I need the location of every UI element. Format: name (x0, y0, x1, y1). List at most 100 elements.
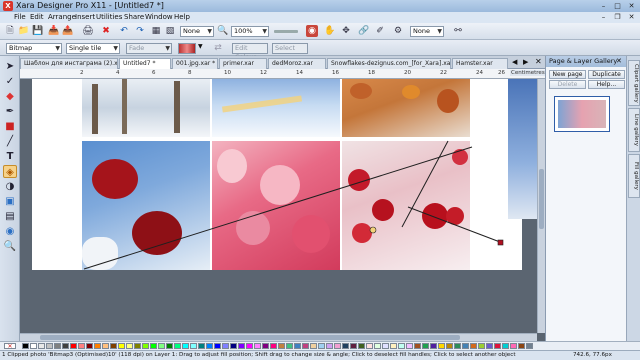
palette-swatch[interactable] (462, 343, 469, 349)
horizontal-scroll-thumb[interactable] (40, 335, 460, 340)
ruler-unit[interactable]: Centimetres (510, 70, 546, 76)
palette-swatch[interactable] (286, 343, 293, 349)
palette-swatch[interactable] (134, 343, 141, 349)
palette-swatch[interactable] (54, 343, 61, 349)
zoom-slider[interactable] (274, 30, 298, 33)
text-tool-icon[interactable]: T (3, 150, 17, 163)
palette-swatch[interactable] (182, 343, 189, 349)
delete-icon[interactable]: ✖ (100, 25, 112, 37)
palette-swatch[interactable] (198, 343, 205, 349)
palette-swatch[interactable] (430, 343, 437, 349)
fill-combo[interactable]: None ▼ (180, 26, 214, 37)
undo-icon[interactable]: ↶ (118, 25, 130, 37)
menu-utilities[interactable]: Utilities (96, 13, 122, 22)
minimize-icon[interactable]: – (597, 1, 610, 11)
zoom-combo[interactable]: 100% ▼ (231, 26, 269, 37)
redo-icon[interactable]: ↷ (134, 25, 146, 37)
horizontal-scrollbar[interactable] (20, 333, 537, 341)
palette-swatch[interactable] (262, 343, 269, 349)
palette-swatch[interactable] (166, 343, 173, 349)
shadow-tool-icon[interactable]: ▣ (3, 195, 17, 208)
palette-swatch[interactable] (46, 343, 53, 349)
tab-primer[interactable]: primer.xar (219, 58, 267, 69)
palette-swatch[interactable] (374, 343, 381, 349)
palette-swatch[interactable] (38, 343, 45, 349)
export-icon[interactable]: 📤 (62, 25, 74, 37)
tab-fill-gallery[interactable]: Fill gallery (628, 154, 640, 198)
palette-swatch[interactable] (142, 343, 149, 349)
palette-swatch[interactable] (222, 343, 229, 349)
menu-window[interactable]: Window (145, 13, 173, 22)
new-document-icon[interactable]: 🗎 (4, 25, 16, 37)
duplicate-button[interactable]: Duplicate (588, 70, 625, 79)
swap-icon[interactable]: ⇄ (212, 42, 224, 54)
tab-scroll-right-icon[interactable]: ▶ (523, 58, 528, 66)
zoom-icon[interactable]: 🔍 (217, 25, 229, 37)
doc-minimize-icon[interactable]: – (597, 12, 610, 22)
options-icon[interactable]: ⚙ (392, 25, 404, 37)
tab-001-jpg[interactable]: 001.jpg.xar * (172, 58, 218, 69)
palette-swatch[interactable] (358, 343, 365, 349)
contour-tool-icon[interactable]: ▤ (3, 210, 17, 223)
palette-swatch[interactable] (390, 343, 397, 349)
palette-swatch[interactable] (526, 343, 533, 349)
palette-swatch[interactable] (70, 343, 77, 349)
tab-hamster[interactable]: Hamster.xar (452, 58, 508, 69)
palette-swatch[interactable] (110, 343, 117, 349)
right-combo[interactable]: None ▼ (410, 26, 444, 37)
tab-close-icon[interactable]: ✕ (535, 57, 542, 66)
menu-file[interactable]: File (14, 13, 26, 22)
web-icon[interactable]: ⚯ (452, 25, 464, 37)
palette-swatch[interactable] (94, 343, 101, 349)
palette-swatch[interactable] (206, 343, 213, 349)
page-thumbnail[interactable] (554, 96, 610, 132)
palette-swatch[interactable] (446, 343, 453, 349)
link-icon[interactable]: 🔗 (358, 25, 370, 37)
menu-edit[interactable]: Edit (30, 13, 44, 22)
tab-clipart-gallery[interactable]: Clipart gallery (628, 60, 640, 106)
pan-icon[interactable]: ✋ (324, 25, 336, 37)
palette-swatch[interactable] (238, 343, 245, 349)
palette-swatch[interactable] (310, 343, 317, 349)
document-page[interactable] (32, 79, 522, 270)
maximize-icon[interactable]: □ (611, 1, 624, 11)
palette-swatch[interactable] (150, 343, 157, 349)
menu-arrange[interactable]: Arrange (48, 13, 76, 22)
palette-swatch[interactable] (478, 343, 485, 349)
palette-swatch[interactable] (510, 343, 517, 349)
palette-swatch[interactable] (190, 343, 197, 349)
print-icon[interactable]: 🖨 (82, 25, 94, 37)
palette-swatch[interactable] (518, 343, 525, 349)
palette-swatch[interactable] (246, 343, 253, 349)
node-tool-icon[interactable]: ✓ (3, 75, 17, 88)
blend-tool-icon[interactable]: ◉ (3, 225, 17, 238)
menu-insert[interactable]: Insert (75, 13, 95, 22)
rectangle-tool-icon[interactable]: ■ (3, 120, 17, 133)
palette-swatch[interactable] (454, 343, 461, 349)
tab-line-gallery[interactable]: Line gallery (628, 108, 640, 152)
palette-swatch[interactable] (270, 343, 277, 349)
palette-swatch[interactable] (214, 343, 221, 349)
help-button[interactable]: Help... (588, 80, 625, 89)
palette-swatch[interactable] (494, 343, 501, 349)
palette-swatch[interactable] (230, 343, 237, 349)
close-icon[interactable]: ✕ (625, 1, 638, 11)
open-icon[interactable]: 📁 (18, 25, 30, 37)
vertical-scroll-thumb[interactable] (539, 169, 544, 229)
doc-restore-icon[interactable]: ❐ (611, 12, 624, 22)
palette-swatch[interactable] (118, 343, 125, 349)
palette-swatch[interactable] (406, 343, 413, 349)
document-canvas[interactable] (20, 79, 537, 333)
palette-swatch[interactable] (382, 343, 389, 349)
transparency-tool-icon[interactable]: ◑ (3, 180, 17, 193)
palette-swatch[interactable] (22, 343, 29, 349)
snap-icon[interactable]: ✥ (340, 25, 352, 37)
bitmap-preview[interactable] (178, 43, 196, 54)
tab-dedmoroz[interactable]: dedMoroz.xar (268, 58, 326, 69)
send-to-back-icon[interactable]: ▧ (164, 25, 176, 37)
vertical-scrollbar[interactable] (537, 79, 545, 333)
fill-tool-icon[interactable]: ◈ (3, 165, 17, 178)
offpage-photo[interactable] (508, 79, 537, 219)
palette-swatch[interactable] (278, 343, 285, 349)
palette-swatch[interactable] (126, 343, 133, 349)
